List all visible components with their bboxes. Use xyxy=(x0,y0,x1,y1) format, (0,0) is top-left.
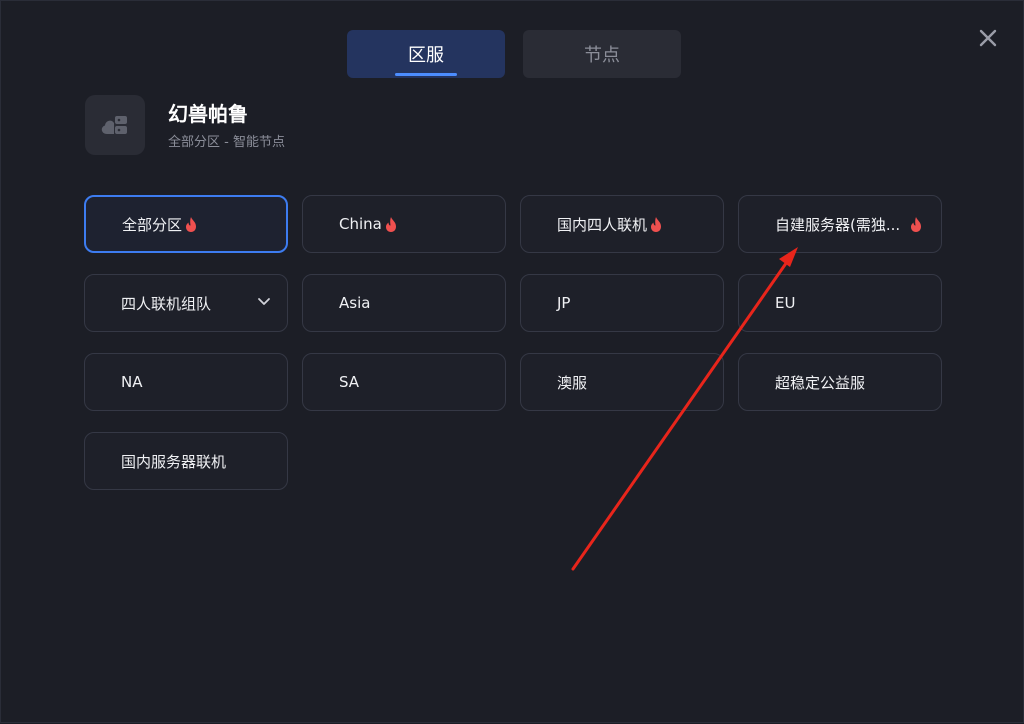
region-option-label: Asia xyxy=(339,294,371,312)
tab-bar: 区服 节点 xyxy=(347,30,681,78)
region-option-cn-server-coop[interactable]: 国内服务器联机 xyxy=(84,432,288,490)
fire-icon xyxy=(385,216,396,232)
close-button[interactable] xyxy=(973,23,1003,53)
region-option-label: 四人联机组队 xyxy=(121,294,212,313)
fire-icon xyxy=(911,217,921,232)
region-option-four-player-team[interactable]: 四人联机组队 xyxy=(84,274,288,332)
region-option-all[interactable]: 全部分区 xyxy=(84,195,288,253)
close-icon xyxy=(979,29,997,47)
region-option-label: 国内服务器联机 xyxy=(121,452,227,471)
region-option-sa[interactable]: SA xyxy=(302,353,506,411)
fire-icon xyxy=(651,216,662,232)
tab-region[interactable]: 区服 xyxy=(347,30,505,78)
region-option-label: 全部分区 xyxy=(122,215,183,234)
fire-icon xyxy=(186,216,197,232)
region-option-australia[interactable]: 澳服 xyxy=(520,353,724,411)
game-subtitle: 全部分区 - 智能节点 xyxy=(168,134,285,150)
region-option-na[interactable]: NA xyxy=(84,353,288,411)
tab-node[interactable]: 节点 xyxy=(523,30,681,78)
region-option-label: JP xyxy=(557,294,571,312)
region-option-cn-four-player[interactable]: 国内四人联机 xyxy=(520,195,724,253)
region-option-self-hosted[interactable]: 自建服务器(需独... xyxy=(738,195,942,253)
region-option-china[interactable]: China xyxy=(302,195,506,253)
region-option-eu[interactable]: EU xyxy=(738,274,942,332)
region-option-label: 超稳定公益服 xyxy=(775,373,866,392)
region-option-label: 自建服务器(需独... xyxy=(775,215,901,234)
game-title: 幻兽帕鲁 xyxy=(168,101,248,126)
region-option-label: SA xyxy=(339,373,360,391)
tab-node-label: 节点 xyxy=(584,45,620,66)
region-option-stable-public[interactable]: 超稳定公益服 xyxy=(738,353,942,411)
region-option-label: 澳服 xyxy=(557,373,588,392)
region-option-label: 国内四人联机 xyxy=(557,215,648,234)
region-option-label: China xyxy=(339,215,382,233)
server-cloud-icon xyxy=(85,95,145,155)
region-option-label: NA xyxy=(121,373,143,391)
tab-region-label: 区服 xyxy=(408,45,444,66)
chevron-down-icon xyxy=(258,298,270,305)
region-dialog: 区服 节点 幻兽帕鲁 全部分区 - 智能节点 全部分区 China 国内四人联机… xyxy=(0,0,1024,723)
game-header: 幻兽帕鲁 全部分区 - 智能节点 xyxy=(85,95,285,155)
region-option-jp[interactable]: JP xyxy=(520,274,724,332)
region-option-asia[interactable]: Asia xyxy=(302,274,506,332)
region-option-label: EU xyxy=(775,294,796,312)
region-grid: 全部分区 China 国内四人联机 自建服务器(需独... 四人联机组队 Asi… xyxy=(84,195,942,490)
